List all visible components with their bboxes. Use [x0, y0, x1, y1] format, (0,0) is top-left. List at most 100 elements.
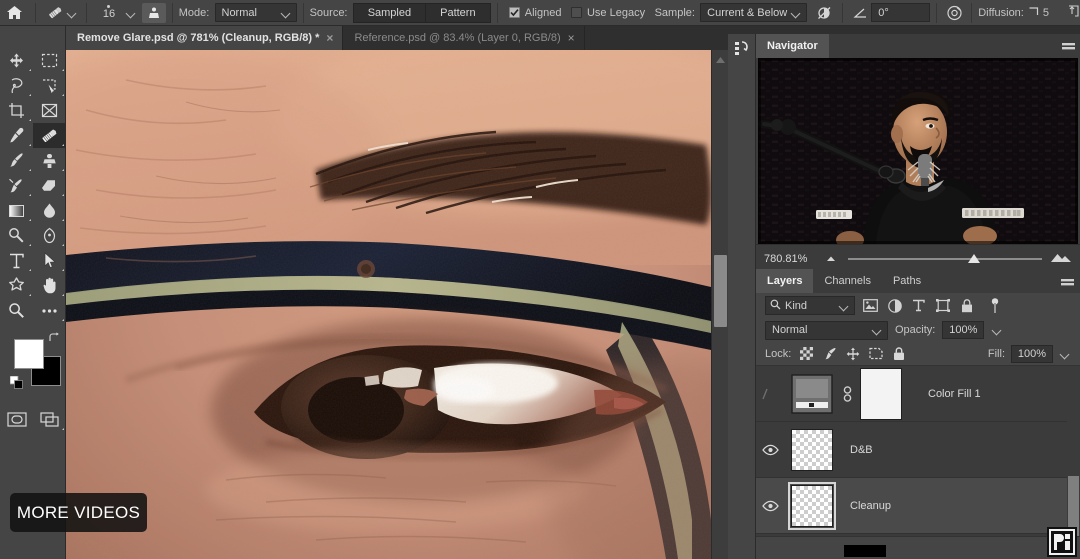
tab-channels[interactable]: Channels	[813, 269, 881, 293]
lock-transparent-pixels-icon[interactable]	[799, 346, 814, 361]
layer-thumbnail[interactable]	[784, 428, 840, 471]
eyedropper-tool[interactable]	[0, 123, 33, 148]
layer-name[interactable]: Color Fill 1	[902, 388, 981, 400]
rectangular-marquee-tool[interactable]	[33, 48, 66, 73]
layer-mask-thumbnail[interactable]	[860, 367, 902, 420]
document-tab-remove-glare[interactable]: Remove Glare.psd @ 781% (Cleanup, RGB/8)…	[66, 26, 344, 50]
diffusion-value[interactable]: 5	[1043, 7, 1049, 19]
layer-list[interactable]: Color Fill 1 D&B Cleanup	[756, 366, 1080, 536]
pressure-for-size-icon[interactable]	[943, 3, 965, 23]
tab-navigator[interactable]: Navigator	[756, 34, 829, 58]
panel-menu-icon[interactable]	[1061, 278, 1075, 291]
close-icon[interactable]: ×	[326, 32, 333, 44]
opacity-value[interactable]: 100%	[942, 321, 985, 339]
layer-link-icon[interactable]	[840, 385, 854, 403]
angle-field[interactable]: 0°	[871, 3, 931, 22]
scroll-up-arrow-icon[interactable]	[716, 54, 725, 66]
close-icon[interactable]: ×	[568, 32, 575, 44]
history-brush-tool[interactable]	[0, 173, 33, 198]
lock-artboard-nesting-icon[interactable]	[868, 346, 883, 361]
table-row[interactable]: Cleanup	[756, 478, 1080, 534]
brush-angle-icon[interactable]	[849, 3, 871, 23]
aligned-checkbox[interactable]: Aligned	[508, 7, 561, 19]
filter-toggle-switch-icon[interactable]	[986, 297, 1003, 314]
foreground-color-swatch[interactable]	[14, 339, 44, 369]
sample-dropdown[interactable]: Current & Below	[700, 3, 808, 22]
clone-source-icon[interactable]	[141, 2, 166, 23]
tab-layers[interactable]: Layers	[756, 269, 814, 293]
source-pattern-button[interactable]: Pattern	[425, 2, 491, 23]
layers-scrollbar[interactable]	[1067, 366, 1080, 538]
canvas-area[interactable]	[66, 50, 728, 559]
quick-selection-tool[interactable]	[33, 73, 66, 98]
table-row[interactable]: Color Fill 1	[756, 366, 1080, 422]
zoom-tool[interactable]	[0, 298, 33, 323]
custom-shape-tool[interactable]	[0, 273, 33, 298]
navigator-zoom-slider[interactable]	[848, 252, 1042, 266]
hand-tool[interactable]	[33, 273, 66, 298]
dodge-tool[interactable]	[0, 223, 33, 248]
opacity-chevron-down-icon[interactable]	[991, 324, 1003, 336]
use-legacy-checkbox[interactable]: Use Legacy	[570, 7, 645, 19]
slider-knob[interactable]	[968, 253, 981, 263]
zoom-in-mountain-large-icon[interactable]	[1050, 251, 1072, 267]
navigator-thumbnail[interactable]	[758, 58, 1078, 244]
lasso-tool[interactable]	[0, 73, 33, 98]
layer-thumbnail[interactable]	[784, 373, 840, 414]
screen-mode-icon[interactable]	[33, 407, 66, 432]
document-tab-reference[interactable]: Reference.psd @ 83.4% (Layer 0, RGB/8) ×	[343, 26, 585, 50]
path-selection-tool[interactable]	[33, 248, 66, 273]
brush-size-picker[interactable]: 16	[93, 2, 124, 24]
brush-tool[interactable]	[0, 148, 33, 173]
panel-menu-icon[interactable]	[1062, 42, 1076, 55]
more-videos-badge[interactable]: MORE VIDEOS	[10, 493, 147, 532]
diffusion-slider-icon[interactable]	[1028, 5, 1039, 21]
filter-shape-icon[interactable]	[934, 297, 951, 314]
ignore-adjustment-layers-icon[interactable]	[814, 3, 836, 23]
tool-preset-picker[interactable]	[42, 2, 80, 24]
source-sampled-button[interactable]: Sampled	[352, 2, 426, 23]
layer-visibility-toggle[interactable]	[756, 388, 784, 400]
layer-blend-mode-dropdown[interactable]: Normal	[765, 320, 888, 340]
fill-value[interactable]: 100%	[1011, 344, 1053, 363]
crop-tool[interactable]	[0, 98, 33, 123]
spot-healing-brush-tool[interactable]	[33, 123, 66, 148]
filter-pixel-icon[interactable]	[862, 297, 879, 314]
home-icon[interactable]	[0, 0, 29, 26]
lock-all-icon[interactable]	[891, 346, 906, 361]
eraser-tool[interactable]	[33, 173, 66, 198]
default-colors-icon[interactable]	[9, 375, 23, 392]
tablet-pressure-icon[interactable]	[1067, 4, 1080, 21]
tab-paths[interactable]: Paths	[882, 269, 932, 293]
edit-toolbar-ellipsis-icon[interactable]	[33, 298, 66, 323]
filter-adjustment-icon[interactable]	[886, 297, 903, 314]
layer-visibility-toggle[interactable]	[756, 500, 784, 512]
pen-tool[interactable]	[33, 223, 66, 248]
blend-mode-dropdown[interactable]: Normal	[214, 3, 297, 22]
swap-colors-icon[interactable]	[48, 332, 60, 347]
canvas-vertical-scrollbar[interactable]	[711, 50, 728, 559]
chevron-down-icon[interactable]	[66, 7, 78, 19]
filter-kind-dropdown[interactable]: Kind	[765, 296, 855, 315]
clone-stamp-tool[interactable]	[33, 148, 66, 173]
type-tool[interactable]	[0, 248, 33, 273]
move-tool[interactable]	[0, 48, 33, 73]
layer-name[interactable]: Cleanup	[840, 500, 891, 512]
history-panel-icon[interactable]	[728, 34, 756, 64]
table-row[interactable]: D&B	[756, 422, 1080, 478]
lock-position-icon[interactable]	[845, 346, 860, 361]
document-image[interactable]	[66, 50, 711, 559]
frame-tool[interactable]	[33, 98, 66, 123]
scrollbar-thumb[interactable]	[714, 255, 727, 327]
filter-type-icon[interactable]	[910, 297, 927, 314]
lock-image-pixels-icon[interactable]	[822, 346, 837, 361]
gradient-tool[interactable]	[0, 198, 33, 223]
layer-name[interactable]: D&B	[840, 444, 873, 456]
zoom-out-mountain-small-icon[interactable]	[824, 252, 840, 266]
filter-smart-object-icon[interactable]	[958, 297, 975, 314]
layer-visibility-toggle[interactable]	[756, 444, 784, 456]
quick-mask-icon[interactable]	[0, 407, 33, 432]
navigator-zoom-value[interactable]: 780.81%	[764, 253, 816, 265]
fill-chevron-down-icon[interactable]	[1059, 348, 1071, 360]
blur-tool[interactable]	[33, 198, 66, 223]
